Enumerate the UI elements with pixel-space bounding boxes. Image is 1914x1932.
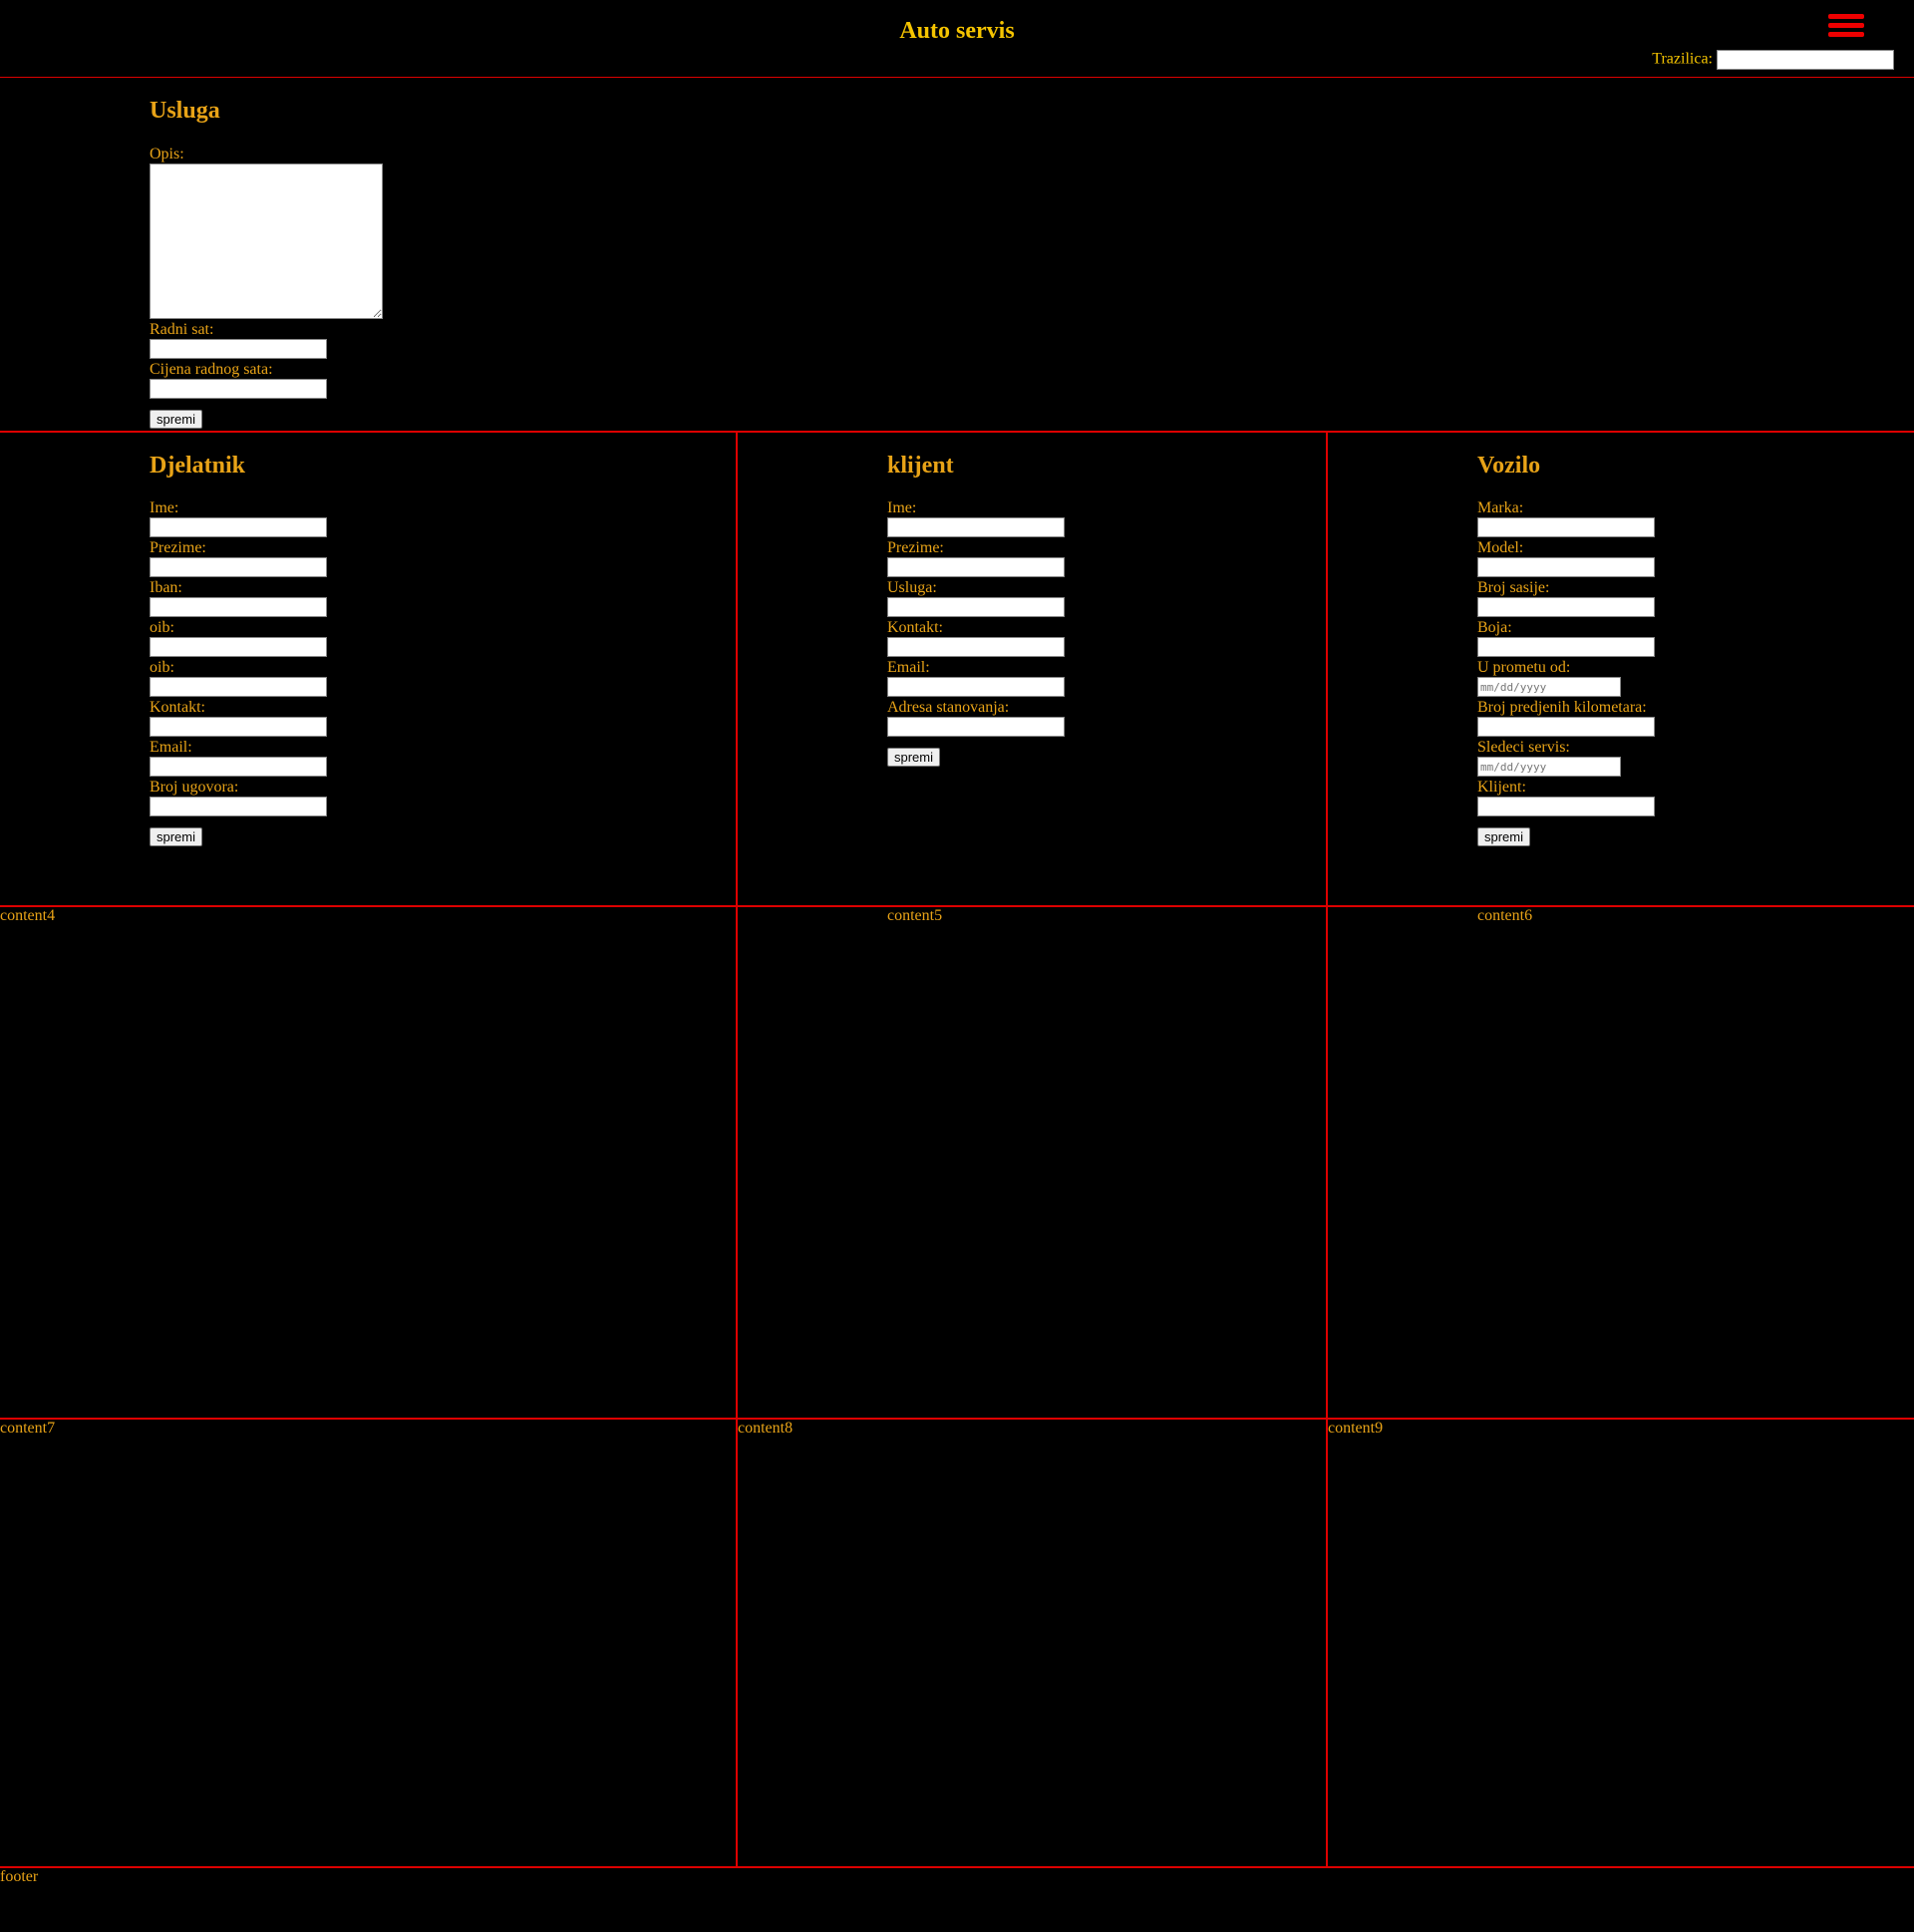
kontakt-label: Kontakt: — [150, 699, 205, 716]
adresa-label: Adresa stanovanja: — [887, 699, 1010, 716]
vozilo-form: Marka: Model: Broj sasije: Boja: U prome… — [1477, 498, 1655, 846]
kontakt-label: Kontakt: — [887, 619, 943, 636]
djelatnik-save-button[interactable]: spremi — [150, 827, 203, 846]
klijent-prezime-input[interactable] — [887, 557, 1065, 577]
content4-label: content4 — [0, 907, 56, 924]
opis-label: Opis: — [150, 146, 184, 162]
content4-section: content4 — [0, 907, 736, 1418]
site-title: Auto servis — [899, 18, 1015, 44]
djelatnik-section: Djelatnik Ime: Prezime: Iban: oib: oib: … — [0, 433, 736, 905]
djelatnik-form: Ime: Prezime: Iban: oib: oib: Kontakt: E… — [150, 498, 327, 846]
vozilo-klijent-input[interactable] — [1477, 797, 1655, 816]
content7-label: content7 — [0, 1420, 56, 1437]
djelatnik-iban-input[interactable] — [150, 597, 327, 617]
klijent-kontakt-input[interactable] — [887, 637, 1065, 657]
djelatnik-kontakt-input[interactable] — [150, 717, 327, 737]
klijent-adresa-input[interactable] — [887, 717, 1065, 737]
u-prometu-od-date-input[interactable] — [1477, 677, 1621, 697]
vozilo-model-input[interactable] — [1477, 557, 1655, 577]
content5-section: content5 — [736, 907, 1326, 1418]
sledeci-servis-date-input[interactable] — [1477, 757, 1621, 777]
search-label: Trazilica: — [1652, 50, 1713, 68]
cijena-radnog-sata-label: Cijena radnog sata: — [150, 361, 273, 378]
klijent-ime-input[interactable] — [887, 517, 1065, 537]
vozilo-broj-sasije-input[interactable] — [1477, 597, 1655, 617]
content6-section: content6 — [1326, 907, 1914, 1418]
klijent-label: Klijent: — [1477, 779, 1526, 796]
hamburger-menu-icon[interactable] — [1828, 14, 1864, 40]
klijent-form: Ime: Prezime: Usluga: Kontakt: Email: Ad… — [887, 498, 1065, 767]
klijent-email-input[interactable] — [887, 677, 1065, 697]
content8-section: content8 — [736, 1420, 1326, 1866]
footer-label: footer — [0, 1868, 39, 1885]
radni-sat-input[interactable] — [150, 339, 327, 359]
djelatnik-email-input[interactable] — [150, 757, 327, 777]
usluga-section: Usluga Opis: Radni sat: Cijena radnog sa… — [0, 78, 1914, 431]
opis-textarea[interactable] — [150, 163, 383, 319]
content9-section: content9 — [1326, 1420, 1914, 1866]
usluga-label: Usluga: — [887, 579, 937, 596]
djelatnik-broj-ugovora-input[interactable] — [150, 797, 327, 816]
usluga-save-button[interactable]: spremi — [150, 410, 203, 429]
vozilo-save-button[interactable]: spremi — [1477, 827, 1531, 846]
search-area: Trazilica: — [1652, 50, 1894, 70]
sledeci-servis-label: Sledeci servis: — [1477, 739, 1570, 756]
vozilo-km-input[interactable] — [1477, 717, 1655, 737]
content5-label: content5 — [887, 907, 943, 924]
vozilo-marka-input[interactable] — [1477, 517, 1655, 537]
oib-label-2: oib: — [150, 659, 174, 676]
vozilo-section: Vozilo Marka: Model: Broj sasije: Boja: … — [1326, 433, 1914, 905]
klijent-save-button[interactable]: spremi — [887, 748, 941, 767]
usluga-form: Opis: Radni sat: Cijena radnog sata: spr… — [150, 145, 383, 429]
content6-label: content6 — [1477, 907, 1533, 924]
djelatnik-oib-input[interactable] — [150, 637, 327, 657]
radni-sat-label: Radni sat: — [150, 321, 214, 338]
footer: footer — [0, 1868, 1914, 1932]
prezime-label: Prezime: — [887, 539, 944, 556]
search-input[interactable] — [1717, 50, 1894, 70]
klijent-title: klijent — [887, 453, 954, 479]
usluga-title: Usluga — [150, 98, 220, 124]
broj-sasije-label: Broj sasije: — [1477, 579, 1550, 596]
u-prometu-od-label: U prometu od: — [1477, 659, 1571, 676]
prezime-label: Prezime: — [150, 539, 206, 556]
djelatnik-prezime-input[interactable] — [150, 557, 327, 577]
vozilo-title: Vozilo — [1477, 453, 1541, 479]
content9-label: content9 — [1328, 1420, 1384, 1437]
iban-label: Iban: — [150, 579, 182, 596]
oib-label: oib: — [150, 619, 174, 636]
djelatnik-title: Djelatnik — [150, 453, 245, 479]
content7-section: content7 — [0, 1420, 736, 1866]
klijent-usluga-input[interactable] — [887, 597, 1065, 617]
broj-ugovora-label: Broj ugovora: — [150, 779, 239, 796]
header: Auto servis Trazilica: — [0, 0, 1914, 78]
boja-label: Boja: — [1477, 619, 1512, 636]
ime-label: Ime: — [150, 499, 179, 516]
djelatnik-ime-input[interactable] — [150, 517, 327, 537]
email-label: Email: — [887, 659, 930, 676]
vozilo-boja-input[interactable] — [1477, 637, 1655, 657]
content8-label: content8 — [738, 1420, 794, 1437]
model-label: Model: — [1477, 539, 1524, 556]
ime-label: Ime: — [887, 499, 917, 516]
djelatnik-oib-input-2[interactable] — [150, 677, 327, 697]
marka-label: Marka: — [1477, 499, 1524, 516]
email-label: Email: — [150, 739, 192, 756]
broj-predjenih-km-label: Broj predjenih kilometara: — [1477, 699, 1647, 716]
klijent-section: klijent Ime: Prezime: Usluga: Kontakt: E… — [736, 433, 1326, 905]
cijena-radnog-sata-input[interactable] — [150, 379, 327, 399]
